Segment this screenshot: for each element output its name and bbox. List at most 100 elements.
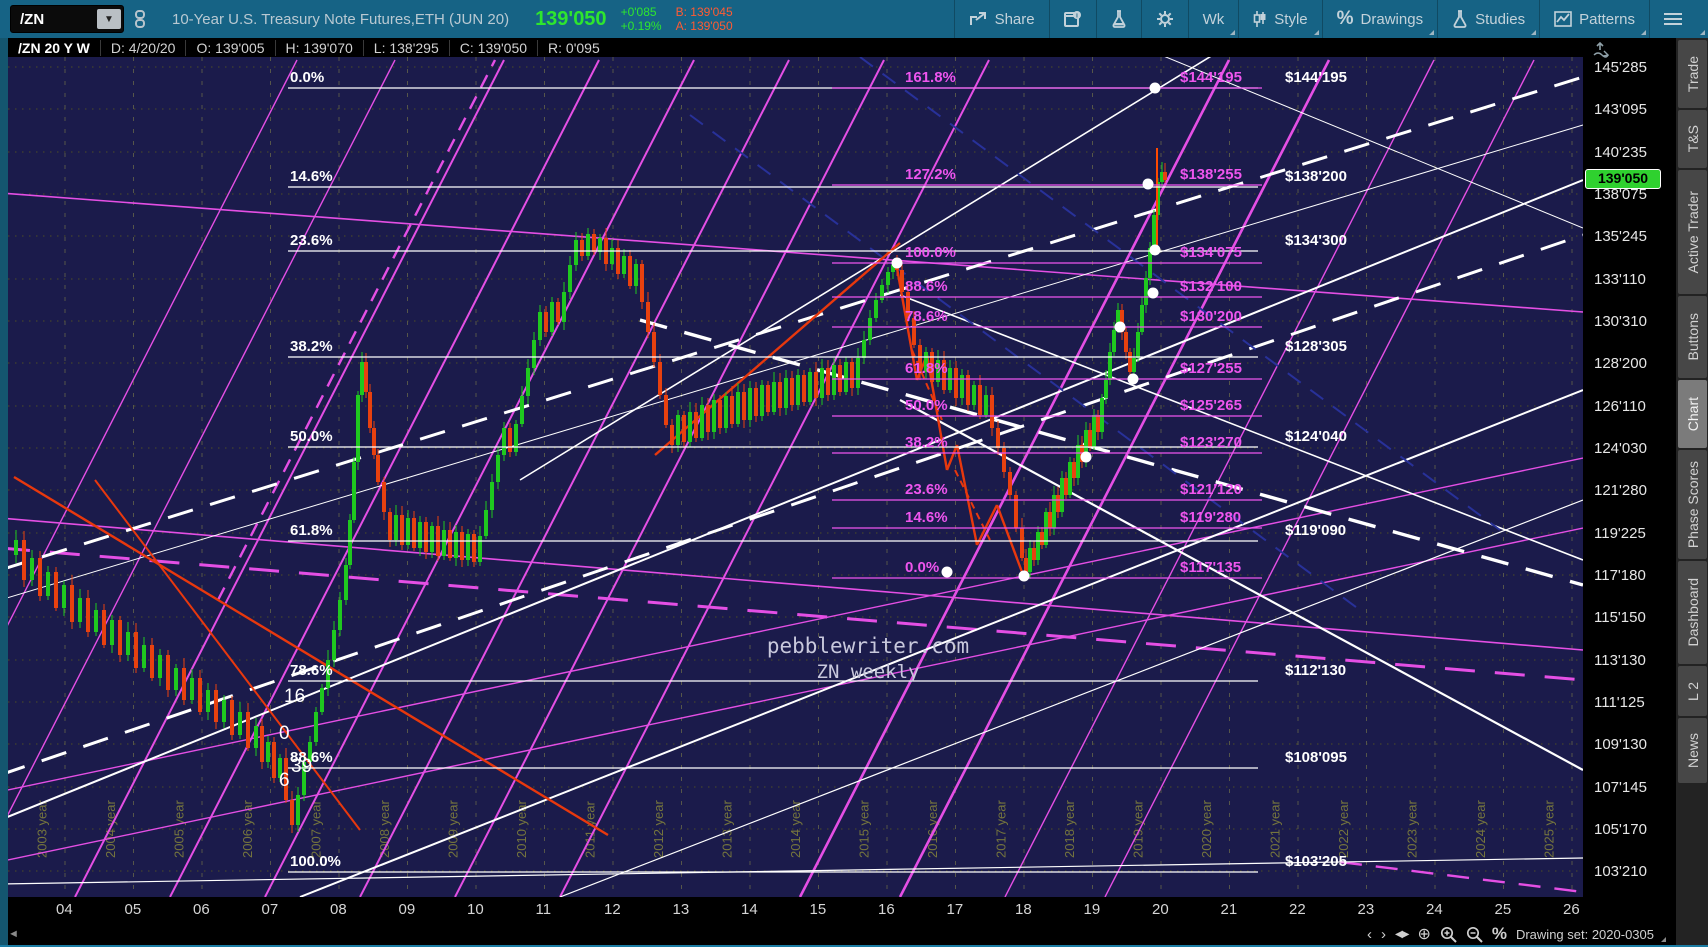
sidebar-tab-active-trader[interactable]: Active Trader [1678, 170, 1707, 294]
candle-body [94, 610, 98, 632]
year-watermark: 2015 year [857, 800, 872, 858]
fib-price-label: $128'305 [1285, 338, 1347, 355]
candle-body [260, 726, 264, 762]
candle-body [372, 428, 376, 455]
fib-price-label: $124'040 [1285, 428, 1347, 445]
instrument-title: 10-Year U.S. Treasury Note Futures,ETH (… [172, 10, 510, 28]
timeframe-button[interactable]: Wk [1189, 0, 1239, 38]
candle-body [22, 540, 26, 580]
wave-count-label: 16 [284, 686, 305, 707]
price-tick: 145'285 [1594, 59, 1647, 76]
chart-canvas[interactable]: 2003 year2004 year2005 year2006 year2007… [8, 57, 1583, 897]
candle-body [54, 572, 58, 608]
candle-body [332, 630, 336, 660]
candle-body [70, 585, 74, 622]
candle-body [102, 610, 106, 645]
time-axis-year: 14 [741, 901, 758, 918]
candle-body [1096, 415, 1100, 432]
percent-scale-icon[interactable]: % [1492, 924, 1507, 944]
ohlc-cell: L: 138'295 [362, 39, 449, 56]
candle-body [388, 512, 392, 540]
candle-body [1104, 380, 1108, 398]
symbol-input[interactable]: /ZN ▼ [10, 5, 124, 33]
crosshair-icon[interactable]: ⊕ [1417, 924, 1430, 944]
patterns-button[interactable]: Patterns [1540, 0, 1649, 38]
fib-pct-label: 50.0% [905, 397, 948, 414]
candle-body [348, 520, 352, 565]
zoom-out-icon[interactable] [1466, 926, 1483, 943]
sidebar-tab-dashboard[interactable]: Dashboard [1678, 561, 1707, 664]
price-tick: 135'245 [1594, 228, 1647, 245]
gear-icon [1156, 11, 1173, 27]
candle-body [126, 632, 130, 655]
price-tick: 103'210 [1594, 863, 1647, 880]
chevron-right-icon[interactable]: › [1381, 926, 1386, 943]
sidebar-tab-t-s[interactable]: T&S [1678, 110, 1707, 168]
candle-body [78, 598, 82, 622]
year-watermark: 2021 year [1268, 800, 1283, 858]
candle-body [796, 375, 800, 405]
candle-body [784, 378, 788, 408]
time-axis-year: 19 [1083, 901, 1101, 918]
candle-body [646, 302, 650, 332]
sidebar-tab-phase-scores[interactable]: Phase Scores [1678, 450, 1707, 559]
sidebar-tab-news[interactable]: News [1678, 718, 1707, 783]
time-axis-year: 21 [1220, 901, 1238, 918]
candle-body [1024, 558, 1028, 572]
share-button[interactable]: Share [955, 0, 1049, 38]
candle-body [712, 400, 716, 432]
link-button[interactable] [124, 0, 156, 38]
candle-body [338, 600, 342, 630]
time-axis-year: 24 [1426, 901, 1443, 918]
drawing-set-selector[interactable]: Drawing set: 2020-0305 [1516, 927, 1667, 942]
candle-body [1088, 430, 1092, 447]
candle-body [442, 530, 446, 556]
year-watermark: 2003 year [35, 800, 50, 858]
candle-body [86, 598, 90, 632]
fib-pct-label: 100.0% [290, 853, 341, 870]
fib-price-label: $125'265 [1180, 397, 1242, 414]
drawings-button[interactable]: % Drawings [1323, 0, 1437, 38]
fib-price-label: $112'130 [1285, 662, 1346, 679]
candle-body [272, 742, 276, 778]
year-watermark: 2009 year [446, 800, 461, 858]
settings-button[interactable] [1142, 0, 1188, 38]
analyze-button[interactable] [1097, 0, 1141, 38]
sidebar-tab-chart[interactable]: Chart [1678, 380, 1707, 448]
fib-price-label: $144'195 [1180, 69, 1242, 86]
sidebar-tab-buttons[interactable]: Buttons [1678, 296, 1707, 378]
candle-body [616, 248, 620, 274]
sidebar-tab-trade[interactable]: Trade [1678, 40, 1707, 108]
pivot-dot [1149, 244, 1161, 256]
fib-price-label: $130'200 [1180, 308, 1242, 325]
candle-body [634, 264, 638, 286]
candle-body [790, 378, 794, 405]
scroll-left-icon[interactable]: ◄ [8, 928, 19, 940]
ohlc-cell: C: 139'050 [448, 39, 537, 56]
time-axis[interactable]: 04 05 06 07 08 09 10 11 12 13 14 15 16 17 18 19 20 21 22 23… [0, 897, 1676, 923]
year-watermark: 2018 year [1062, 800, 1077, 858]
style-button[interactable]: Style [1239, 0, 1321, 38]
notebook-button[interactable]: i [1050, 0, 1096, 38]
candle-body [1108, 352, 1112, 380]
candle-body [772, 382, 776, 412]
price-axis[interactable]: 139'050 145'285 143'095 140'235 138'075 135'… [1583, 38, 1676, 922]
candle-body [862, 340, 866, 358]
studies-button[interactable]: Studies [1438, 0, 1539, 38]
bottom-toolbar: ◄ ‹ › ◀▶ ⊕ % Drawing set: 2020-0305 [0, 923, 1676, 945]
candle-body [424, 522, 428, 552]
menu-button[interactable] [1650, 0, 1708, 38]
fib-pct-label: 0.0% [290, 69, 324, 86]
zoom-in-icon[interactable] [1440, 926, 1457, 943]
price-tick: 126'110 [1594, 398, 1646, 415]
year-watermark: 2019 year [1131, 800, 1146, 858]
year-watermark: 2017 year [994, 800, 1009, 858]
chevron-left-icon[interactable]: ‹ [1367, 926, 1372, 943]
symbol-dropdown-icon[interactable]: ▼ [97, 9, 121, 29]
expand-icon[interactable]: ◀▶ [1395, 929, 1409, 940]
candle-body [900, 270, 904, 292]
sidebar-tab-l-2[interactable]: L 2 [1678, 666, 1707, 716]
studies-flask-icon [1453, 10, 1467, 28]
fib-pct-label: 23.6% [905, 481, 948, 498]
watermark-text: ZN weekly [817, 661, 920, 683]
